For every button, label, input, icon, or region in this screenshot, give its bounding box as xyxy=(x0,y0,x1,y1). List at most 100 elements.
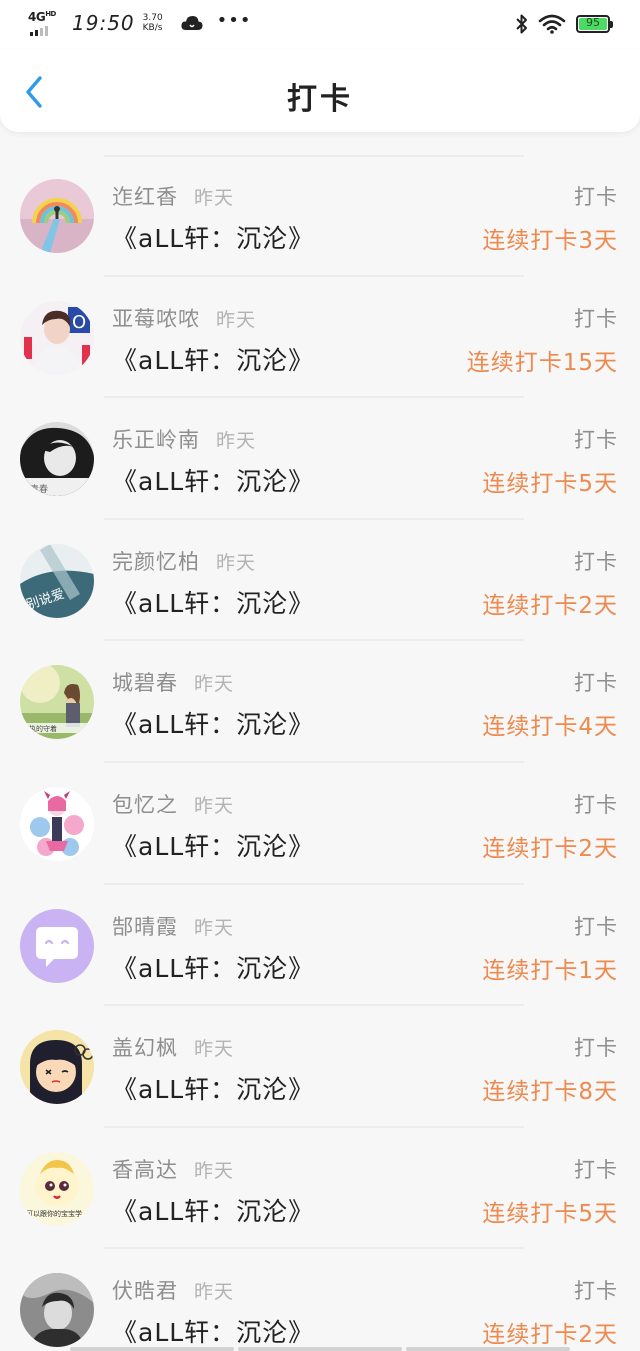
user-name[interactable]: 郜晴霞 xyxy=(112,911,178,941)
avatar-bw-portrait[interactable] xyxy=(20,1273,94,1348)
checkin-screen: 4GHD 19:50 3.70 KB/s ••• 95 打卡 迮红香 昨天 《a… xyxy=(0,0,640,1351)
user-name[interactable]: 乐正岭南 xyxy=(112,424,200,454)
wifi-icon xyxy=(538,14,566,34)
avatar-girl-bw[interactable]: 青春 xyxy=(20,422,94,497)
checkin-time: 昨天 xyxy=(194,794,235,817)
checkin-action-label: 打卡 xyxy=(574,792,618,817)
name-row: 伏晧君 昨天 xyxy=(112,1275,234,1305)
checkin-action-label: 打卡 xyxy=(574,185,618,209)
svg-text:固执的守着: 固执的守着 xyxy=(22,724,57,733)
checkin-item-4[interactable]: 别说爱 完颜忆柏 昨天 《aLL轩：沉沦》 打卡 连续打卡2天 xyxy=(0,520,640,642)
battery-level: 95 xyxy=(586,16,600,29)
user-name[interactable]: 亚莓哝哝 xyxy=(112,303,200,333)
name-row: 迮红香 昨天 xyxy=(112,181,234,211)
avatar-yellow-bun[interactable]: 可以跟你的宝宝学 xyxy=(20,1151,94,1226)
book-title[interactable]: 《aLL轩：沉沦》 xyxy=(112,949,314,985)
avatar-person-pink[interactable]: O xyxy=(20,300,94,375)
status-bar: 4GHD 19:50 3.70 KB/s ••• 95 xyxy=(0,0,640,50)
user-name[interactable]: 包忆之 xyxy=(112,789,178,819)
network-speed: 3.70 KB/s xyxy=(143,13,169,33)
book-title[interactable]: 《aLL轩：沉沦》 xyxy=(112,705,314,741)
checkin-item-2[interactable]: O 亚莓哝哝 昨天 《aLL轩：沉沦》 打卡 连续打卡15天 xyxy=(0,277,640,399)
cloud-icon xyxy=(181,16,203,30)
checkin-action-label: 打卡 xyxy=(574,914,618,939)
user-name[interactable]: 伏晧君 xyxy=(112,1275,178,1305)
name-row: 亚莓哝哝 昨天 xyxy=(112,303,256,333)
checkin-item-6[interactable]: 包忆之 昨天 《aLL轩：沉沦》 打卡 连续打卡2天 xyxy=(0,763,640,885)
streak-days: 连续打卡3天 xyxy=(482,228,618,254)
checkin-item-5[interactable]: 固执的守着 城碧春 昨天 《aLL轩：沉沦》 打卡 连续打卡4天 xyxy=(0,641,640,763)
book-title[interactable]: 《aLL轩：沉沦》 xyxy=(112,219,314,255)
speed-unit: KB/s xyxy=(142,23,163,33)
checkin-item-10[interactable]: 伏晧君 昨天 《aLL轩：沉沦》 打卡 连续打卡2天 xyxy=(0,1249,640,1351)
avatar-cartoon-girl[interactable] xyxy=(20,1030,94,1105)
bluetooth-icon xyxy=(516,14,527,34)
book-title[interactable]: 《aLL轩：沉沦》 xyxy=(112,1192,314,1228)
name-row: 盖幻枫 昨天 xyxy=(112,1032,234,1062)
checkin-action-label: 打卡 xyxy=(574,671,618,696)
status-bar-right: 95 xyxy=(516,13,613,35)
book-title[interactable]: 《aLL轩：沉沦》 xyxy=(112,341,314,377)
book-title[interactable]: 《aLL轩：沉沦》 xyxy=(112,827,314,863)
checkin-time: 昨天 xyxy=(194,1281,235,1304)
svg-text:O: O xyxy=(72,312,86,333)
avatar-field-girl[interactable]: 固执的守着 xyxy=(20,665,94,740)
checkin-item-3[interactable]: 青春 乐正岭南 昨天 《aLL轩：沉沦》 打卡 连续打卡5天 xyxy=(0,398,640,520)
streak-days: 连续打卡4天 xyxy=(482,714,618,741)
name-row: 香高达 昨天 xyxy=(112,1154,234,1184)
network-type: 4G xyxy=(28,10,46,24)
book-title[interactable]: 《aLL轩：沉沦》 xyxy=(112,1070,314,1106)
checkin-time: 昨天 xyxy=(194,916,235,939)
page-title: 打卡 xyxy=(287,82,353,117)
checkin-time: 昨天 xyxy=(216,308,257,331)
checkin-action-label: 打卡 xyxy=(574,1279,618,1304)
book-title[interactable]: 《aLL轩：沉沦》 xyxy=(112,1313,314,1349)
checkin-action-label: 打卡 xyxy=(574,1036,618,1061)
checkin-action-label: 打卡 xyxy=(574,549,618,574)
streak-days: 连续打卡2天 xyxy=(482,835,618,862)
nav-header: 打卡 xyxy=(0,50,640,132)
network-hd: HD xyxy=(45,10,56,18)
more-dots-icon: ••• xyxy=(216,9,252,31)
streak-days: 连续打卡2天 xyxy=(482,592,618,619)
streak-days: 连续打卡8天 xyxy=(482,1079,618,1106)
checkin-item-9[interactable]: 可以跟你的宝宝学 香高达 昨天 《aLL轩：沉沦》 打卡 连续打卡5天 xyxy=(0,1128,640,1250)
status-bar-left: 4GHD 19:50 3.70 KB/s ••• xyxy=(28,10,252,36)
avatar-teal-text[interactable]: 别说爱 xyxy=(20,543,94,618)
user-name[interactable]: 盖幻枫 xyxy=(112,1032,178,1062)
checkin-action-label: 打卡 xyxy=(574,428,618,453)
checkin-item-8[interactable]: 盖幻枫 昨天 《aLL轩：沉沦》 打卡 连续打卡8天 xyxy=(0,1006,640,1128)
checkin-action-label: 打卡 xyxy=(574,1157,618,1182)
checkin-time: 昨天 xyxy=(194,187,235,209)
checkin-time: 昨天 xyxy=(194,1038,235,1061)
svg-text:青春: 青春 xyxy=(30,483,48,495)
checkin-item-7[interactable]: 郜晴霞 昨天 《aLL轩：沉沦》 打卡 连续打卡1天 xyxy=(0,885,640,1007)
checkin-time: 昨天 xyxy=(194,673,235,696)
checkin-action-label: 打卡 xyxy=(574,306,618,331)
user-name[interactable]: 香高达 xyxy=(112,1154,178,1184)
checkin-list: 迮红香 昨天 《aLL轩：沉沦》 打卡 连续打卡3天 O 亚莓哝哝 昨天 《aL… xyxy=(0,155,640,1351)
user-name[interactable]: 城碧春 xyxy=(112,667,178,697)
user-name[interactable]: 完颜忆柏 xyxy=(112,546,200,576)
streak-days: 连续打卡15天 xyxy=(466,349,618,376)
signal-icon: 4GHD xyxy=(28,10,56,36)
battery-icon: 95 xyxy=(576,15,613,33)
clock: 19:50 xyxy=(72,11,135,35)
streak-days: 连续打卡2天 xyxy=(482,1322,618,1349)
avatar-purple-chat[interactable] xyxy=(20,908,94,983)
svg-text:可以跟你的宝宝学: 可以跟你的宝宝学 xyxy=(26,1209,82,1218)
name-row: 包忆之 昨天 xyxy=(112,789,234,819)
avatar-rainbow[interactable] xyxy=(20,179,94,253)
streak-days: 连续打卡5天 xyxy=(482,1200,618,1227)
checkin-item-1[interactable]: 迮红香 昨天 《aLL轩：沉沦》 打卡 连续打卡3天 xyxy=(0,155,640,277)
avatar-anime-flowers[interactable] xyxy=(20,786,94,861)
book-title[interactable]: 《aLL轩：沉沦》 xyxy=(112,462,314,498)
streak-days: 连续打卡1天 xyxy=(482,957,618,984)
checkin-time: 昨天 xyxy=(194,1159,235,1182)
streak-days: 连续打卡5天 xyxy=(482,471,618,498)
name-row: 郜晴霞 昨天 xyxy=(112,911,234,941)
checkin-time: 昨天 xyxy=(216,430,257,453)
book-title[interactable]: 《aLL轩：沉沦》 xyxy=(112,584,314,620)
user-name[interactable]: 迮红香 xyxy=(112,181,178,211)
bottom-indicator xyxy=(70,1347,570,1351)
